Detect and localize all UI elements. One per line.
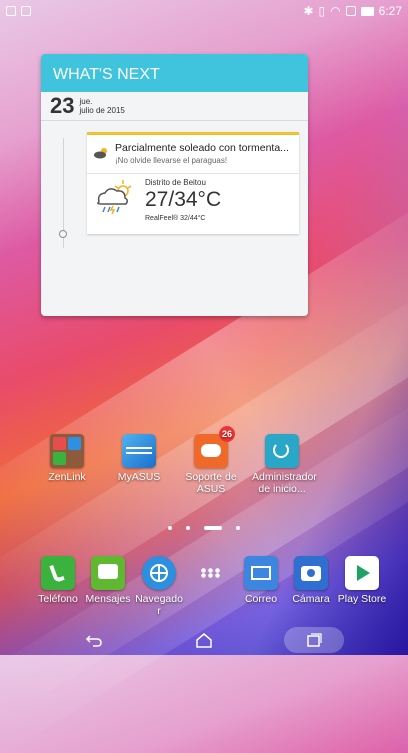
asus-logo-icon — [122, 434, 156, 468]
page-dot[interactable] — [168, 526, 172, 530]
widget-title: WHAT'S NEXT — [41, 54, 308, 92]
weather-subtitle: ¡No olvide llevarse el paraguas! — [115, 156, 228, 165]
app-label: Soporte de ASUS — [185, 471, 237, 495]
recent-apps-button[interactable] — [284, 626, 344, 653]
app-boost-manager[interactable]: Administrador de inicio... — [252, 434, 317, 495]
sim-icon — [345, 6, 356, 16]
status-time: 6:27 — [378, 4, 402, 18]
mail-icon — [244, 556, 278, 590]
app-asus-support[interactable]: 26 Soporte de ASUS — [181, 426, 241, 495]
date-row: 23 jue. julio de 2015 — [41, 92, 308, 121]
thunderstorm-icon — [97, 180, 132, 215]
dock-label: Navegado r — [135, 593, 183, 617]
app-label: MyASUS — [117, 471, 161, 483]
recent-apps-icon — [307, 632, 322, 647]
page-indicator — [0, 524, 408, 532]
dock-play-store[interactable]: Play Store — [336, 556, 388, 605]
dock-phone[interactable]: Teléfono — [32, 556, 84, 605]
app-label: Administrador de inicio... — [252, 471, 317, 495]
navigation-bar — [0, 624, 408, 655]
app-label: ZenLink — [48, 471, 86, 483]
weather-temperature: 27/34°C — [145, 188, 222, 211]
screenshot-notification-icon — [21, 6, 31, 16]
app-myasus[interactable]: MyASUS — [109, 434, 169, 483]
home-button[interactable] — [174, 627, 234, 653]
dock-mail[interactable]: Correo — [235, 556, 287, 605]
weather-realfeel: RealFeel® 32/44°C — [145, 215, 206, 222]
app-drawer-icon — [193, 556, 227, 590]
status-bar: ✱ ▯ ◠ 6:27 — [0, 0, 408, 22]
dock-browser[interactable]: Navegado r — [133, 556, 185, 617]
folder-icon — [50, 434, 84, 468]
date-day: 23 — [50, 93, 75, 118]
app-zenlink[interactable]: ZenLink — [37, 434, 97, 483]
dock-label: Teléfono — [38, 593, 78, 605]
wifi-icon: ◠ — [330, 4, 341, 18]
dock-label: Cámara — [292, 593, 330, 605]
date-month-year: julio de 2015 — [79, 106, 125, 115]
weather-card[interactable]: Parcialmente soleado con tormenta... ¡No… — [87, 132, 299, 234]
vibrate-icon: ▯ — [318, 4, 326, 18]
messages-icon — [91, 556, 125, 590]
dock-app-drawer[interactable] — [184, 556, 236, 593]
gallery-notification-icon — [6, 6, 16, 16]
notification-badge: 26 — [219, 426, 235, 442]
battery-icon — [360, 6, 374, 16]
bluetooth-icon: ✱ — [303, 4, 314, 18]
page-dot[interactable] — [236, 526, 240, 530]
page-dot-active[interactable] — [204, 526, 222, 530]
timeline-dot — [59, 230, 67, 238]
camera-icon — [294, 556, 328, 590]
play-store-icon — [345, 556, 379, 590]
power-boost-icon — [265, 434, 299, 468]
page-dot[interactable] — [186, 526, 190, 530]
dock-camera[interactable]: Cámara — [285, 556, 337, 605]
weather-title: Parcialmente soleado con tormenta... — [115, 142, 289, 154]
back-button[interactable] — [64, 627, 124, 653]
dock-label: Correo — [244, 593, 278, 605]
whats-next-widget[interactable]: WHAT'S NEXT 23 jue. julio de 2015 Parcia… — [41, 54, 308, 316]
weather-location: Distrito de Beitou — [145, 178, 206, 187]
back-icon — [85, 634, 102, 647]
dock-label: Mensajes — [85, 593, 131, 605]
date-weekday: jue. — [79, 97, 93, 106]
globe-icon — [142, 556, 176, 590]
home-icon — [196, 632, 212, 648]
support-chat-icon: 26 — [194, 426, 235, 468]
partly-sunny-icon — [94, 148, 107, 159]
phone-icon — [41, 556, 75, 590]
dock-messages[interactable]: Mensajes — [82, 556, 134, 605]
dock-label: Play Store — [337, 593, 387, 605]
